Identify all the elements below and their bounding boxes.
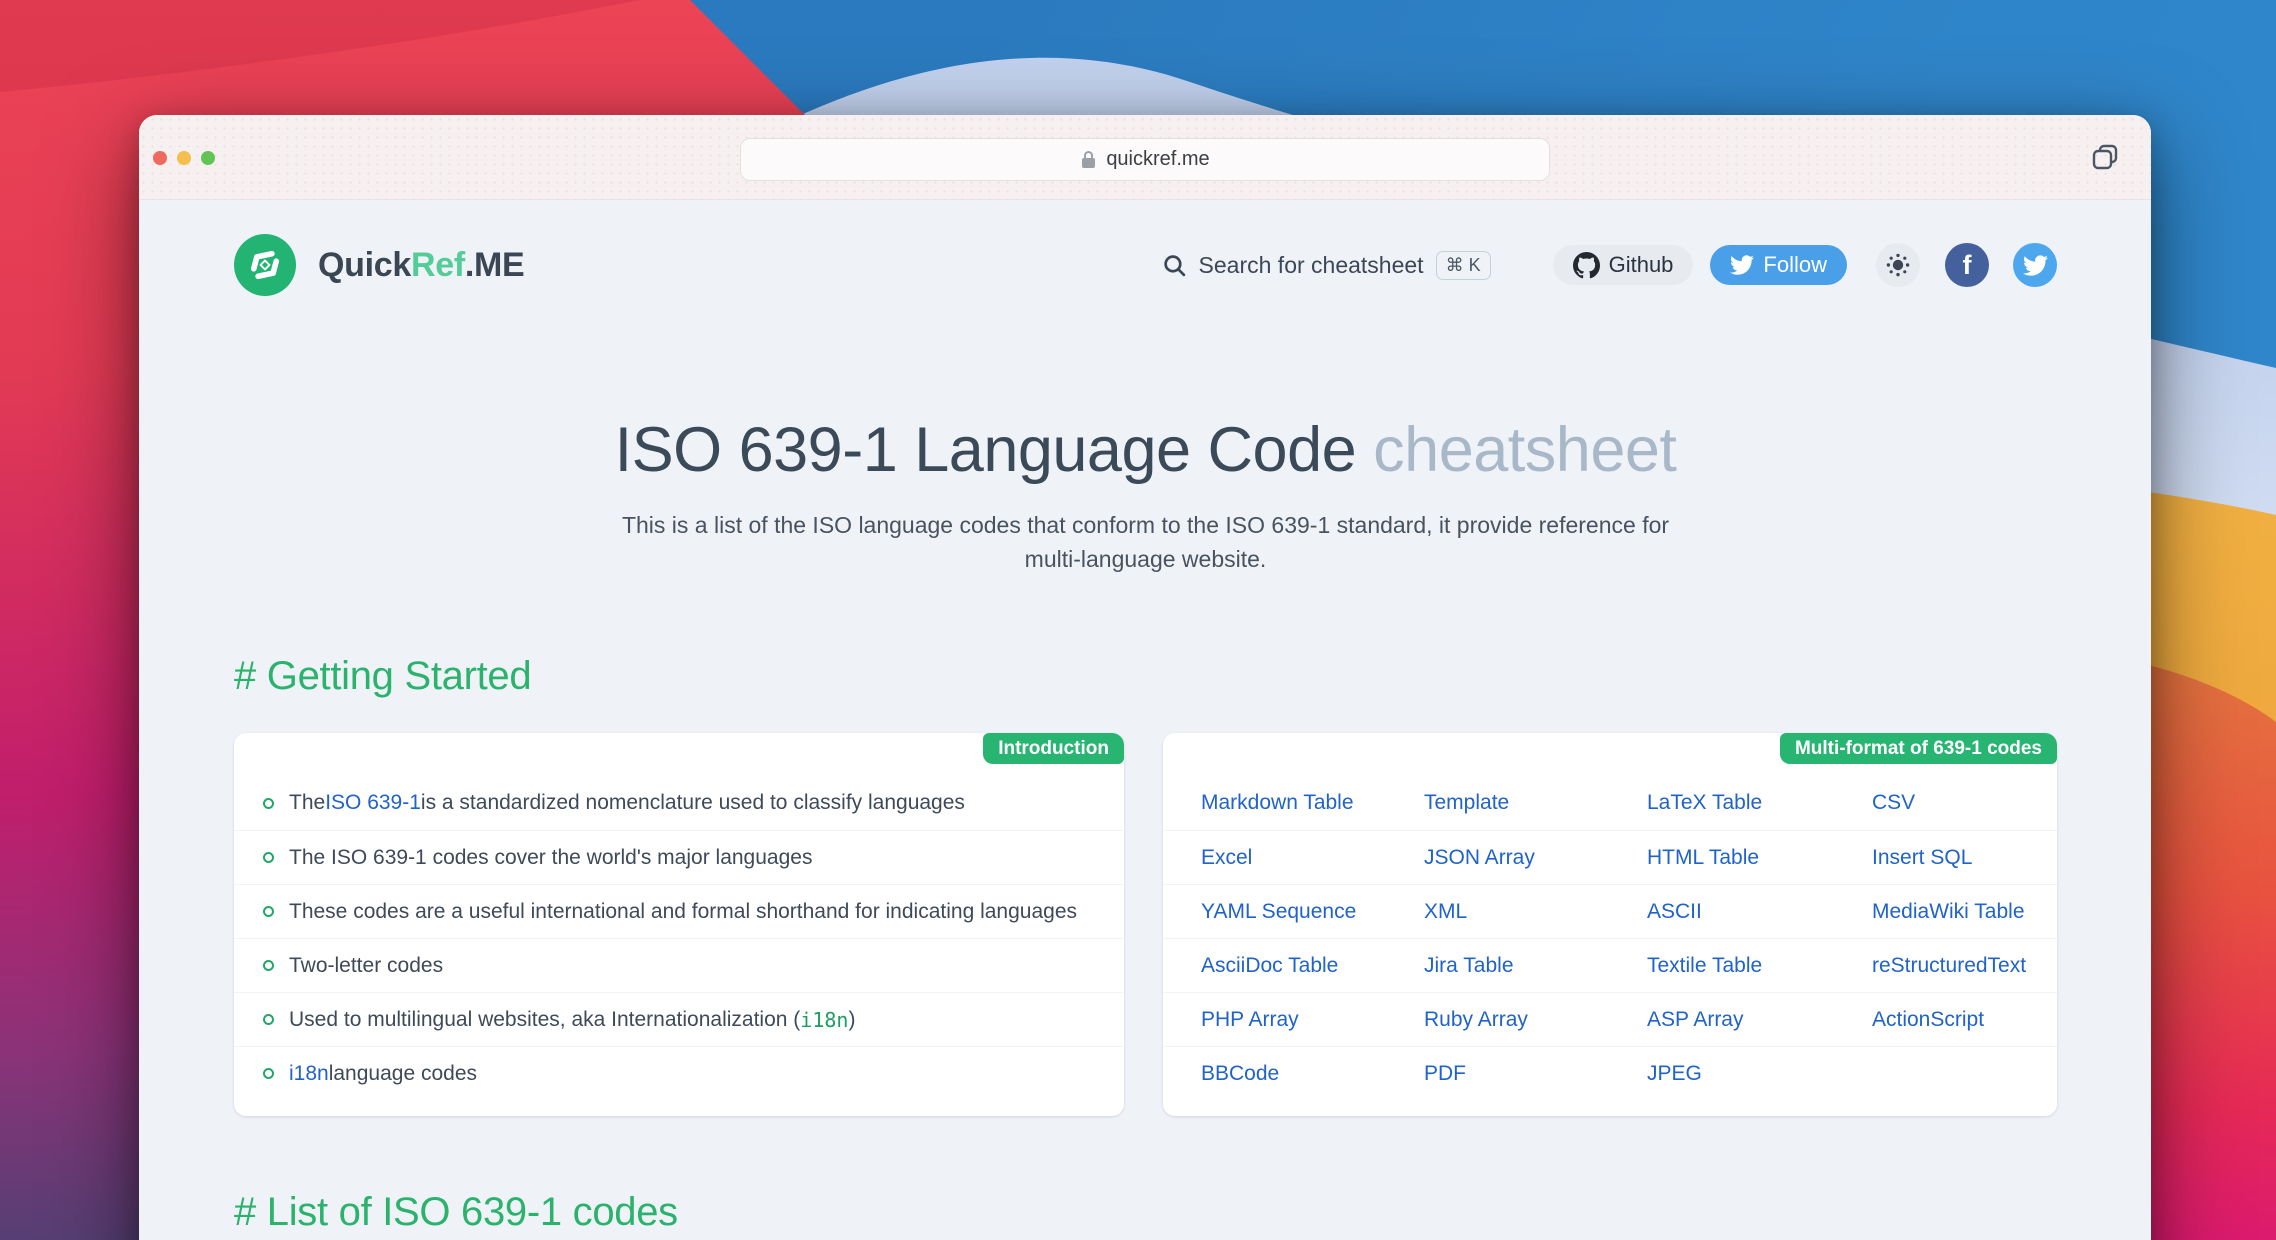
copy-icon <box>2092 144 2118 170</box>
formats-row: AsciiDoc Table Jira Table Textile Table reS… <box>1163 938 2057 992</box>
page-content: QuickRef.ME Search for cheatsheet ⌘ K Gi… <box>139 200 2151 1240</box>
github-button[interactable]: Github <box>1552 245 1694 285</box>
format-link[interactable]: Jira Table <box>1424 954 1647 978</box>
list-item: These codes are a useful international a… <box>234 884 1124 938</box>
list-item-text: is a standardized nomenclature used to c… <box>420 791 965 814</box>
format-link[interactable]: LaTeX Table <box>1647 791 1872 815</box>
format-link[interactable]: PDF <box>1424 1062 1647 1086</box>
zoom-button[interactable] <box>201 151 215 165</box>
format-link[interactable]: ASCII <box>1647 900 1872 924</box>
sun-icon <box>1886 253 1910 277</box>
bullet-icon <box>263 1014 274 1025</box>
header-actions: Search for cheatsheet ⌘ K Github Follow … <box>1162 243 2057 287</box>
format-link[interactable]: YAML Sequence <box>1201 900 1424 924</box>
twitter-bird-icon <box>1730 255 1755 275</box>
formats-card: Multi-format of 639-1 codes Markdown Tab… <box>1163 733 2057 1116</box>
format-link[interactable]: HTML Table <box>1647 846 1872 870</box>
github-label: Github <box>1608 252 1674 277</box>
formats-row: Markdown Table Template LaTeX Table CSV <box>1163 776 2057 830</box>
search-placeholder: Search for cheatsheet <box>1198 251 1424 278</box>
cards-row: Introduction The ISO 639-1 is a standard… <box>234 733 2057 1116</box>
quickref-logo-icon <box>234 234 296 296</box>
close-button[interactable] <box>153 151 167 165</box>
twitter-follow-button[interactable]: Follow <box>1710 245 1847 285</box>
format-link[interactable]: CSV <box>1872 791 2057 815</box>
intro-card-badge: Introduction <box>983 733 1124 764</box>
bullet-icon <box>263 906 274 917</box>
intro-list: The ISO 639-1 is a standardized nomencla… <box>234 776 1124 1100</box>
list-item-text: These codes are a useful international a… <box>289 899 1078 923</box>
list-item: Two-letter codes <box>234 938 1124 992</box>
formats-row: Excel JSON Array HTML Table Insert SQL <box>1163 830 2057 884</box>
bullet-icon <box>263 1068 274 1079</box>
list-item-text: language codes <box>328 1061 477 1085</box>
format-link[interactable]: Excel <box>1201 846 1424 870</box>
theme-toggle-button[interactable] <box>1876 243 1920 287</box>
tab-overview-button[interactable] <box>2090 142 2120 172</box>
browser-window: quickref.me QuickRef.ME Search for cheat… <box>139 115 2151 1240</box>
list-item-text: The <box>289 791 326 814</box>
list-item: i18n language codes <box>234 1046 1124 1100</box>
twitter-button[interactable] <box>2013 243 2057 287</box>
brand-wordmark: QuickRef.ME <box>318 245 525 284</box>
formats-row: BBCode PDF JPEG <box>1163 1046 2057 1100</box>
url-text: quickref.me <box>1106 148 1210 170</box>
list-item-text: The ISO 639-1 codes cover the world's ma… <box>289 845 813 869</box>
format-link[interactable]: Markdown Table <box>1201 791 1424 815</box>
format-link[interactable]: MediaWiki Table <box>1872 900 2057 924</box>
formats-row: YAML Sequence XML ASCII MediaWiki Table <box>1163 884 2057 938</box>
browser-titlebar: quickref.me <box>139 115 2151 200</box>
format-link[interactable]: Ruby Array <box>1424 1008 1647 1032</box>
format-link[interactable]: Template <box>1424 791 1647 815</box>
list-item: Used to multilingual websites, aka Inter… <box>234 992 1124 1046</box>
list-item: The ISO 639-1 codes cover the world's ma… <box>234 830 1124 884</box>
section-heading-list-of-codes: # List of ISO 639-1 codes <box>234 1190 678 1234</box>
bullet-icon <box>263 797 274 809</box>
format-link[interactable]: XML <box>1424 900 1647 924</box>
format-link[interactable]: PHP Array <box>1201 1008 1424 1032</box>
list-item: The ISO 639-1 is a standardized nomencla… <box>234 776 1124 830</box>
list-item-text: ) <box>848 1007 856 1031</box>
bullet-icon <box>263 852 274 863</box>
desktop: quickref.me QuickRef.ME Search for cheat… <box>0 0 2276 1240</box>
format-link[interactable]: Textile Table <box>1647 954 1872 978</box>
address-bar[interactable]: quickref.me <box>740 138 1550 181</box>
formats-row: PHP Array Ruby Array ASP Array ActionScript <box>1163 992 2057 1046</box>
format-link[interactable]: reStructuredText <box>1872 954 2057 978</box>
format-link[interactable]: ASP Array <box>1647 1008 1872 1032</box>
site-header: QuickRef.ME Search for cheatsheet ⌘ K Gi… <box>234 234 2057 296</box>
format-link[interactable]: ActionScript <box>1872 1008 2057 1032</box>
format-link[interactable]: Insert SQL <box>1872 846 2057 870</box>
format-link[interactable]: JPEG <box>1647 1062 1872 1086</box>
facebook-button[interactable]: f <box>1945 243 1989 287</box>
twitter-icon <box>2022 254 2048 276</box>
intro-card: Introduction The ISO 639-1 is a standard… <box>234 733 1124 1116</box>
format-link[interactable]: JSON Array <box>1424 846 1647 870</box>
list-item-text: Two-letter codes <box>289 953 444 977</box>
inline-link[interactable]: i18n <box>289 1062 329 1086</box>
search-shortcut-badge: ⌘ K <box>1435 250 1491 280</box>
lock-icon <box>1082 151 1096 168</box>
format-link[interactable]: BBCode <box>1201 1062 1424 1086</box>
follow-label: Follow <box>1763 252 1827 277</box>
format-link[interactable]: AsciiDoc Table <box>1201 954 1424 978</box>
search-input[interactable]: Search for cheatsheet ⌘ K <box>1162 250 1491 280</box>
page-subtitle: This is a list of the ISO language codes… <box>621 512 1670 572</box>
formats-card-badge: Multi-format of 639-1 codes <box>1779 733 2057 764</box>
minimize-button[interactable] <box>177 151 191 165</box>
list-item-text: Used to multilingual websites, aka Inter… <box>289 1007 801 1031</box>
formats-grid: Markdown Table Template LaTeX Table CSV Exce… <box>1163 776 2057 1100</box>
bullet-icon <box>263 960 274 971</box>
page-title: ISO 639-1 Language Code cheatsheet <box>614 415 1677 485</box>
github-icon <box>1572 251 1600 278</box>
inline-link[interactable]: ISO 639-1 <box>325 791 421 815</box>
page-title-suffix: cheatsheet <box>1373 415 1677 485</box>
section-heading-getting-started: # Getting Started <box>234 654 532 698</box>
brand-logo[interactable]: QuickRef.ME <box>234 234 525 296</box>
traffic-lights <box>153 151 215 165</box>
facebook-icon: f <box>1962 249 1972 280</box>
search-icon <box>1163 254 1185 276</box>
inline-code: i18n <box>800 1007 849 1032</box>
